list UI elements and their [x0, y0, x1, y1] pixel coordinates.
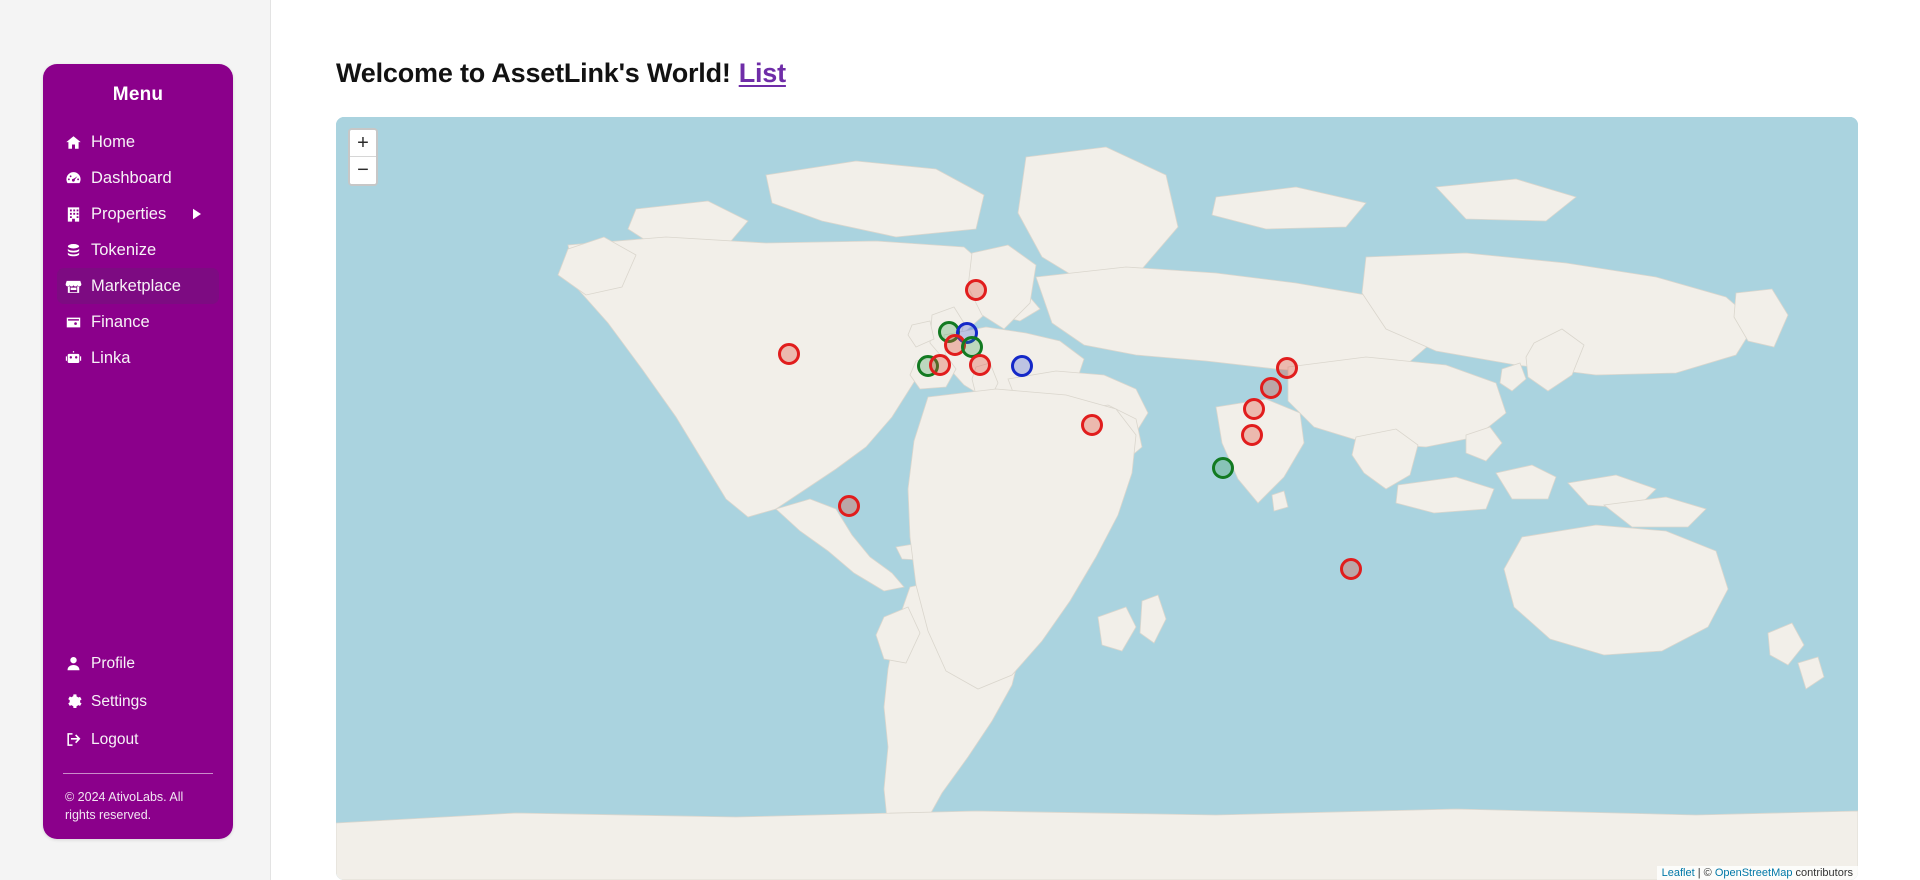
sidebar-item-label: Logout: [91, 730, 139, 748]
app-root: Menu Home Dashboard Properties Tokenize …: [0, 0, 1920, 880]
copyright-text: © 2024 AtivoLabs. All rights reserved.: [65, 789, 184, 823]
building-icon: [65, 206, 82, 223]
marker-united-states-east[interactable]: [778, 343, 800, 365]
map-zoom-controls[interactable]: + −: [348, 128, 378, 186]
sidebar-item-tokenize[interactable]: Tokenize: [57, 232, 219, 268]
sidebar-item-home[interactable]: Home: [57, 124, 219, 160]
marker-united-arab-emirates[interactable]: [1081, 414, 1103, 436]
menu-title: Menu: [112, 84, 164, 105]
robot-icon: [65, 350, 82, 367]
zoom-in-button[interactable]: +: [350, 130, 376, 157]
sidebar-item-finance[interactable]: Finance: [57, 304, 219, 340]
sidebar-panel: Menu Home Dashboard Properties Tokenize …: [0, 0, 271, 880]
map-attribution: Leaflet | © OpenStreetMap contributors: [1656, 866, 1858, 880]
marker-japan[interactable]: [1276, 357, 1298, 379]
sidebar-secondary-nav: Profile Settings Logout: [43, 645, 233, 759]
sidebar-item-linka[interactable]: Linka: [57, 340, 219, 376]
marker-hong-kong[interactable]: [1243, 398, 1265, 420]
wallet-icon: [65, 314, 82, 331]
list-link[interactable]: List: [739, 58, 786, 88]
menu-card: Menu Home Dashboard Properties Tokenize …: [43, 64, 233, 839]
sidebar-item-label: Settings: [91, 692, 148, 710]
marker-norway[interactable]: [965, 279, 987, 301]
sidebar-item-label: Properties: [91, 204, 167, 223]
sidebar-item-label: Tokenize: [91, 240, 157, 259]
gauge-icon: [65, 170, 82, 187]
zoom-out-button[interactable]: −: [350, 157, 376, 184]
marker-brazil[interactable]: [838, 495, 860, 517]
attribution-suffix: contributors: [1792, 867, 1853, 879]
sidebar-item-properties[interactable]: Properties: [57, 196, 219, 232]
coins-icon: [65, 242, 82, 259]
attribution-separator: | ©: [1694, 867, 1715, 879]
user-icon: [65, 655, 82, 672]
sidebar-item-label: Dashboard: [91, 168, 172, 187]
sidebar-item-label: Profile: [91, 654, 135, 672]
marker-italy[interactable]: [969, 354, 991, 376]
sidebar-item-marketplace[interactable]: Marketplace: [57, 268, 219, 304]
page-title-text: Welcome to AssetLink's World!: [336, 58, 731, 88]
leaflet-link[interactable]: Leaflet: [1662, 867, 1695, 879]
main-content: Welcome to AssetLink's World! List + − L…: [271, 0, 1920, 880]
storefront-icon: [65, 278, 82, 295]
sidebar-item-label: Linka: [91, 348, 131, 367]
sidebar-item-profile[interactable]: Profile: [57, 645, 219, 683]
sidebar-item-settings[interactable]: Settings: [57, 683, 219, 721]
world-map[interactable]: + − Leaflet | © OpenStreetMap contributo…: [336, 117, 1858, 880]
chevron-right-icon[interactable]: [191, 208, 203, 220]
home-icon: [65, 134, 82, 151]
sidebar-item-label: Home: [91, 132, 136, 151]
sidebar-divider: [63, 772, 213, 774]
marker-turkey[interactable]: [1011, 355, 1033, 377]
sidebar-item-logout[interactable]: Logout: [57, 721, 219, 759]
marker-spain[interactable]: [929, 354, 951, 376]
marker-south-korea[interactable]: [1260, 377, 1282, 399]
map-tiles: [336, 117, 1858, 880]
marker-singapore[interactable]: [1212, 457, 1234, 479]
page-title: Welcome to AssetLink's World! List: [336, 58, 786, 89]
marker-india[interactable]: [1241, 424, 1263, 446]
gear-icon: [65, 693, 82, 710]
marker-australia[interactable]: [1340, 558, 1362, 580]
sidebar-item-label: Marketplace: [91, 276, 181, 295]
sidebar-primary-nav: Home Dashboard Properties Tokenize Marke…: [43, 124, 233, 376]
logout-icon: [65, 731, 82, 748]
sidebar-item-dashboard[interactable]: Dashboard: [57, 160, 219, 196]
openstreetmap-link[interactable]: OpenStreetMap: [1715, 867, 1793, 879]
sidebar-item-label: Finance: [91, 312, 150, 331]
